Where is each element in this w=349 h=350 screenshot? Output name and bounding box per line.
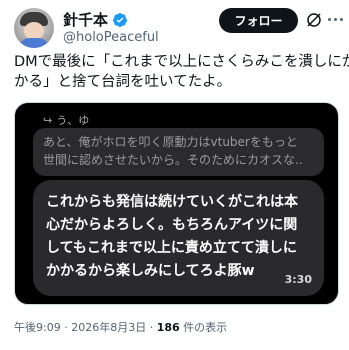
author-name-row: 針千本 xyxy=(63,9,128,30)
more-options-icon[interactable] xyxy=(328,18,344,22)
tweet-meta: 午後9:09 · 2026年8月3日 · 186 件の表示 xyxy=(14,319,227,335)
follow-button[interactable]: フォロー xyxy=(219,8,298,33)
reply-to-name: う、ゆ xyxy=(56,114,90,127)
views-label: 件の表示 xyxy=(179,321,228,334)
meta-separator: · xyxy=(146,321,157,334)
author-handle[interactable]: @holoPeaceful xyxy=(63,30,159,45)
avatar-shirt xyxy=(18,38,50,48)
grok-icon[interactable] xyxy=(305,11,323,29)
quoted-message-line: 世間に認めさせたいから。そのためにカオスな.. xyxy=(43,153,303,167)
quoted-message-line: あと、俺がホロを叩く原動力はvtuberをもっと xyxy=(43,135,298,149)
tweet-time[interactable]: 午後9:09 xyxy=(14,321,61,334)
tweet-text-line: DMで最後に「これまで以上にさくらみこを潰しにか xyxy=(14,54,349,70)
tweet-text-line: かる」と捨て台詞を吐いてたよ。 xyxy=(14,74,232,90)
more-dot-icon xyxy=(328,18,331,21)
tweet-text: DMで最後に「これまで以上にさくらみこを潰しにか かる」と捨て台詞を吐いてたよ。 xyxy=(14,52,349,92)
avatar[interactable] xyxy=(14,8,54,48)
verified-badge-icon xyxy=(113,12,128,27)
attached-screenshot[interactable]: ↪ う、ゆ あと、俺がホロを叩く原動力はvtuberをもっと 世間に認めさせたい… xyxy=(14,102,339,305)
display-name[interactable]: 針千本 xyxy=(63,9,108,30)
quoted-message: あと、俺がホロを叩く原動力はvtuberをもっと 世間に認めさせたいから。そのた… xyxy=(33,128,324,176)
message-line: かかるから楽しみにしてろよ豚w xyxy=(46,263,255,279)
tweet-date[interactable]: 2026年8月3日 xyxy=(71,321,146,334)
message-line: これからも発信は続けていくがこれは本 xyxy=(46,194,298,210)
meta-separator: · xyxy=(60,321,72,334)
views-count: 186 xyxy=(156,321,180,334)
reply-arrow-icon: ↪ xyxy=(43,113,53,127)
more-dot-icon xyxy=(334,18,337,21)
more-dot-icon xyxy=(340,18,343,21)
message-line: してもこれまで以上に責め立てて潰しに xyxy=(46,240,297,256)
reply-indicator: ↪ う、ゆ xyxy=(43,112,89,128)
message-bubble: これからも発信は続けていくがこれは本 心だからよろしく。もちろんアイツに関 して… xyxy=(33,180,324,296)
message-time: 3:30 xyxy=(284,273,312,286)
message-line: 心だからよろしく。もちろんアイツに関 xyxy=(46,217,298,233)
